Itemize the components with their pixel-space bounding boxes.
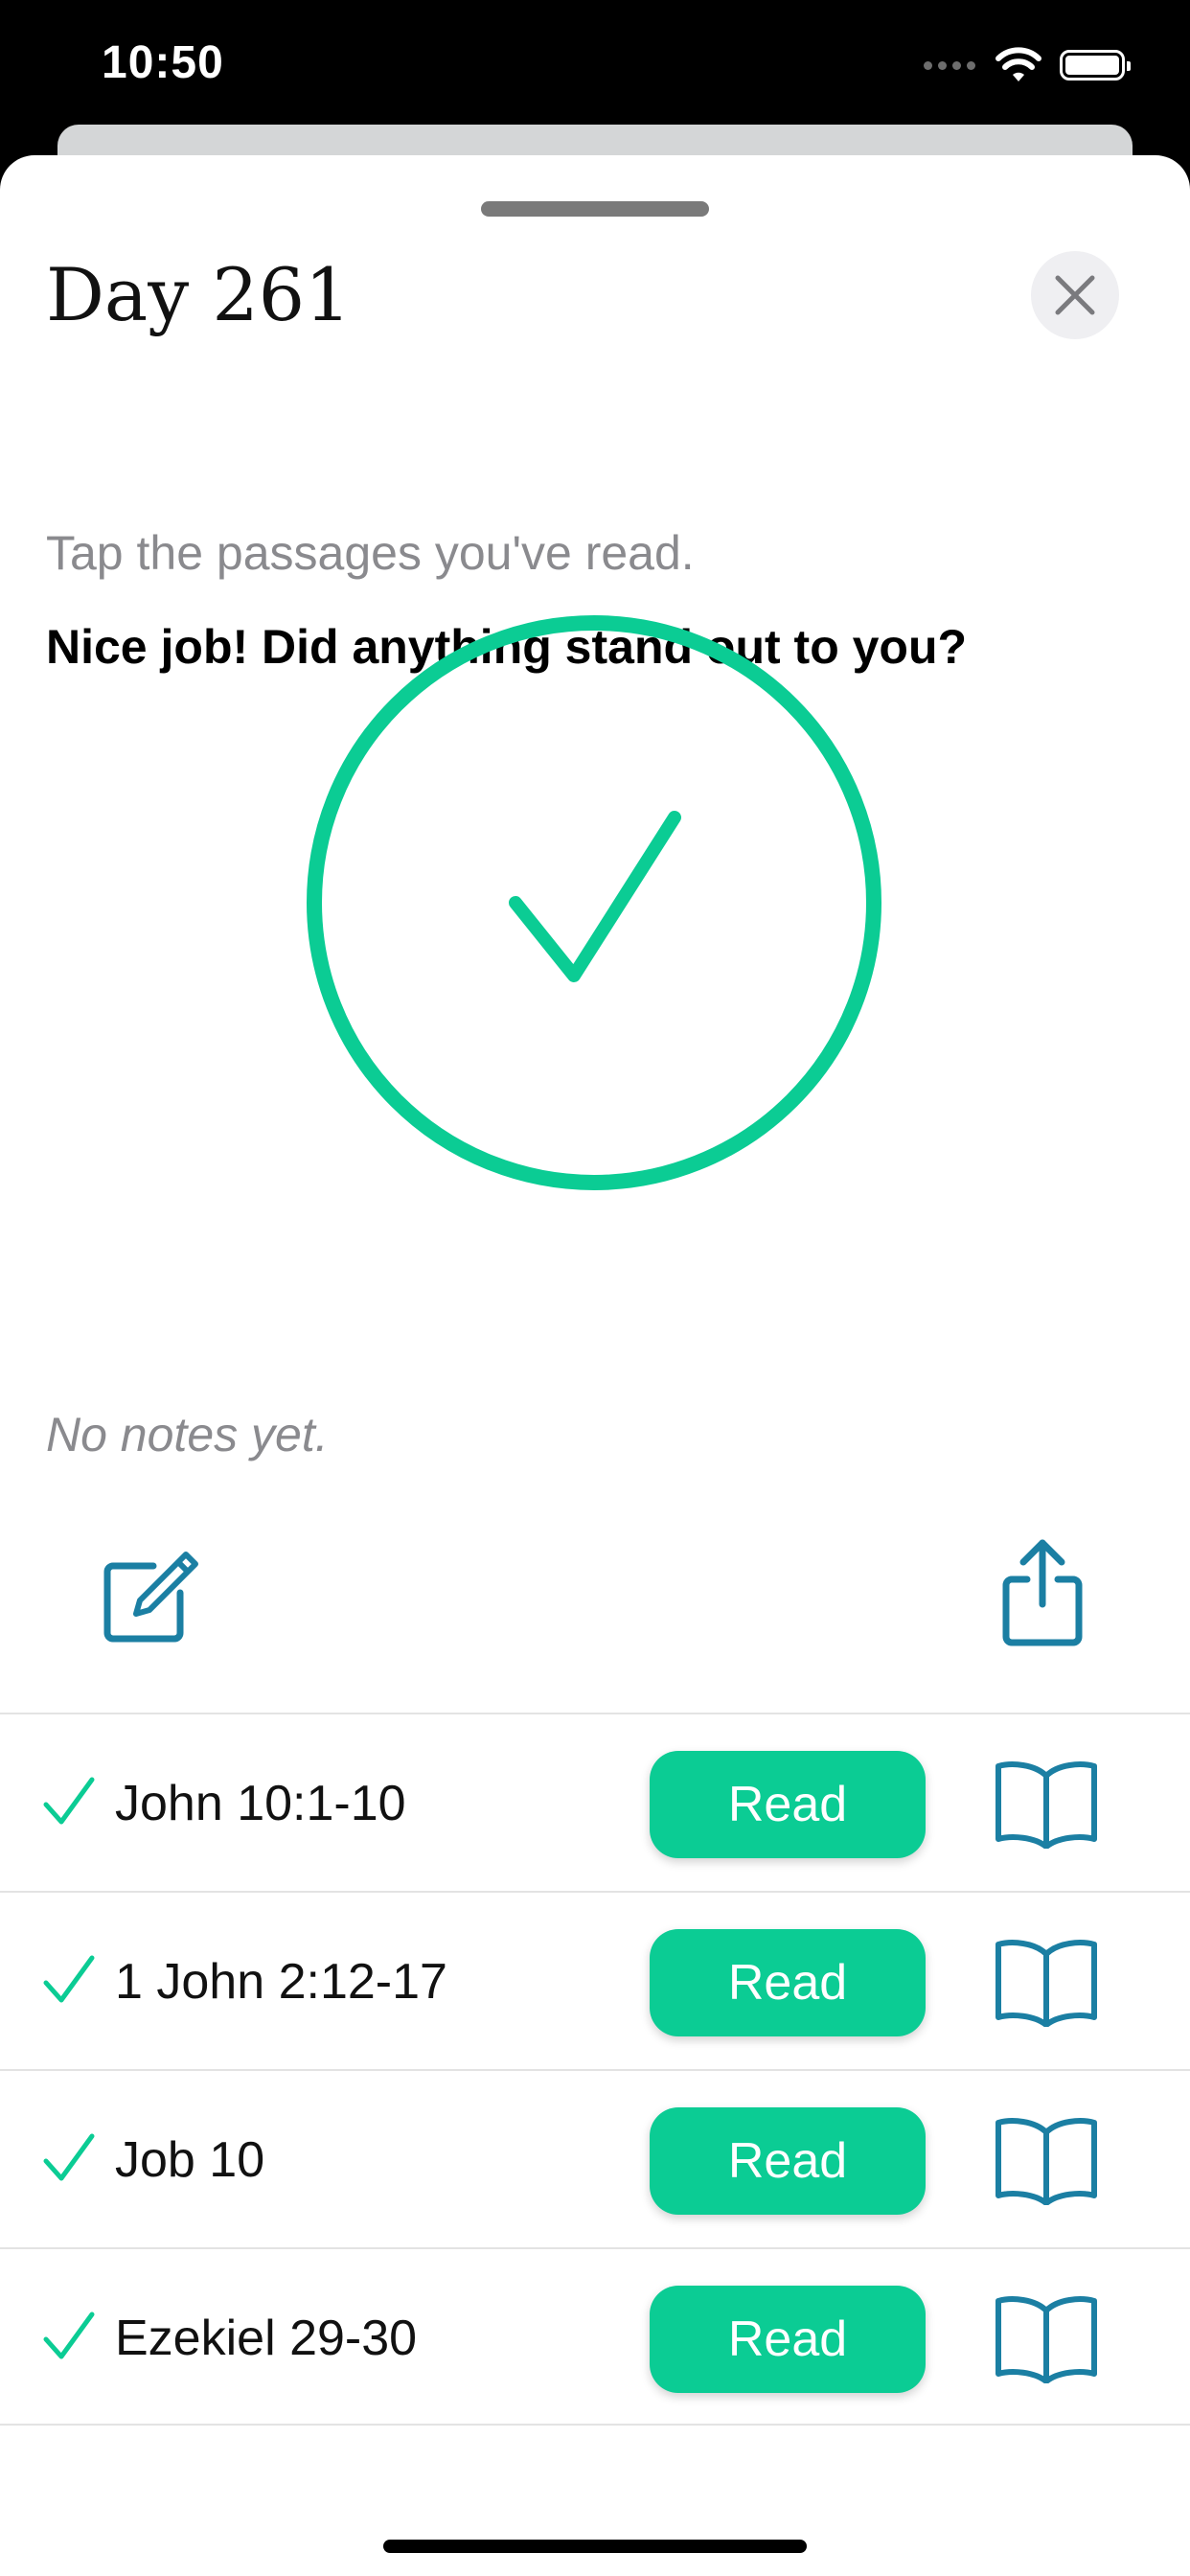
book-icon[interactable] (993, 2291, 1100, 2383)
read-button[interactable]: Read (650, 2286, 926, 2393)
signal-icon (924, 60, 975, 70)
sheet-grabber[interactable] (481, 201, 709, 217)
status-bar: 10:50 (0, 0, 1190, 134)
notes-empty-text: No notes yet. (46, 1408, 329, 1461)
share-icon[interactable] (995, 1535, 1090, 1650)
passage-reference[interactable]: John 10:1-10 (115, 1772, 406, 1835)
read-button[interactable]: Read (650, 1751, 926, 1858)
passage-row[interactable]: Job 10 Read (0, 2069, 1190, 2247)
status-time: 10:50 (102, 37, 224, 88)
passage-reference[interactable]: Ezekiel 29-30 (115, 2307, 417, 2370)
checkmark-icon (43, 2133, 95, 2181)
read-button[interactable]: Read (650, 1929, 926, 2036)
checkmark-icon (43, 1777, 95, 1825)
home-indicator[interactable] (383, 2540, 807, 2553)
wifi-icon (995, 47, 1041, 81)
book-icon[interactable] (993, 1935, 1100, 2027)
page-title: Day 261 (46, 252, 352, 337)
checkmark-icon (43, 2312, 95, 2359)
close-button[interactable] (1031, 251, 1119, 339)
book-icon[interactable] (993, 1757, 1100, 1849)
passage-row[interactable]: John 10:1-10 Read (0, 1713, 1190, 1891)
close-icon (1055, 275, 1095, 315)
battery-icon (1060, 50, 1131, 80)
day-sheet: Day 261 Tap the passages you've read. Ni… (0, 155, 1190, 2576)
passage-list: John 10:1-10 Read 1 John 2:12-17 Read Jo… (0, 1713, 1190, 2426)
passage-reference[interactable]: 1 John 2:12-17 (115, 1950, 447, 2013)
book-icon[interactable] (993, 2113, 1100, 2205)
status-icons (924, 44, 1131, 86)
subtitle: Tap the passages you've read. (46, 526, 695, 580)
checkmark-icon (43, 1955, 95, 2003)
edit-note-icon[interactable] (98, 1545, 203, 1650)
check-circle-icon (307, 615, 881, 1190)
passage-row[interactable]: Ezekiel 29-30 Read (0, 2247, 1190, 2426)
passage-reference[interactable]: Job 10 (115, 2128, 264, 2192)
read-button[interactable]: Read (650, 2107, 926, 2215)
passage-row[interactable]: 1 John 2:12-17 Read (0, 1891, 1190, 2069)
